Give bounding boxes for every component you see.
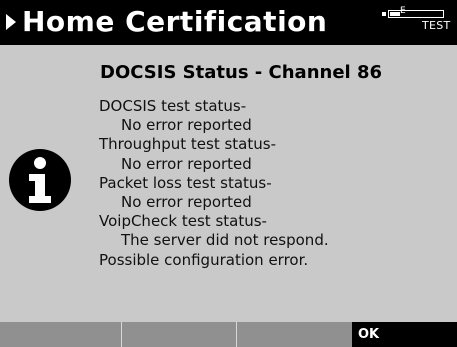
status-line: DOCSIS test status- [99, 97, 247, 115]
battery-level [390, 12, 400, 16]
softkey-bar: OK [0, 322, 457, 347]
status-line: Possible configuration error. [99, 250, 309, 269]
status-line: Packet loss test status- [99, 173, 272, 192]
page-title: Home Certification [22, 5, 328, 38]
title-bar: Home Certification E TEST [0, 0, 457, 45]
status-line: No error reported [121, 154, 252, 173]
battery-cap-icon [382, 12, 386, 16]
info-icon [9, 149, 71, 211]
status-indicator: E TEST [382, 6, 457, 32]
battery-icon [388, 10, 444, 18]
status-line: No error reported [121, 193, 252, 212]
status-line: Throughput test status- [99, 135, 276, 154]
status-message: DOCSIS test status- No error reported Th… [99, 97, 329, 270]
softkey-2[interactable] [122, 322, 237, 347]
status-line: The server did not respond. [121, 231, 329, 250]
status-title: DOCSIS Status - Channel 86 [100, 62, 383, 83]
ok-button[interactable]: OK [352, 322, 457, 347]
status-line: No error reported [121, 116, 252, 135]
mode-label: TEST [422, 19, 451, 32]
battery-label: E [400, 6, 406, 16]
title-arrow-icon [6, 14, 16, 30]
softkey-3[interactable] [237, 322, 352, 347]
softkey-1[interactable] [0, 322, 122, 347]
status-line: VoipCheck test status- [99, 212, 267, 231]
